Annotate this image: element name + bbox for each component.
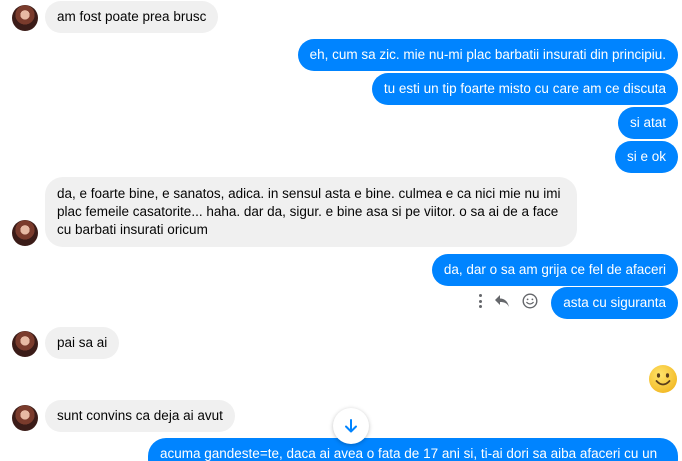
outgoing-message[interactable]: da, dar o sa am grija ce fel de afaceri	[431, 254, 678, 286]
contact-avatar[interactable]	[12, 331, 38, 357]
incoming-message[interactable]: da, e foarte bine, e sanatos, adica. in …	[45, 177, 577, 247]
contact-avatar[interactable]	[12, 5, 38, 31]
reply-icon[interactable]	[494, 294, 510, 308]
outgoing-message[interactable]: acuma gandeste=te, daca ai avea o fata d…	[148, 438, 678, 461]
arrow-down-icon	[345, 419, 357, 433]
message-actions	[478, 291, 538, 311]
outgoing-message[interactable]: tu esti un tip foarte misto cu care am c…	[371, 73, 678, 105]
incoming-message[interactable]: sunt convins ca deja ai avut	[45, 400, 235, 432]
more-vertical-icon[interactable]	[478, 294, 482, 308]
smiley-icon[interactable]	[522, 293, 538, 309]
emoji-smile-icon[interactable]	[648, 364, 678, 394]
incoming-message[interactable]: am fost poate prea brusc	[45, 1, 219, 33]
contact-avatar[interactable]	[12, 405, 38, 431]
outgoing-message[interactable]: si atat	[617, 107, 678, 139]
outgoing-message[interactable]: eh, cum sa zic. mie nu-mi plac barbatii …	[297, 39, 678, 71]
contact-avatar[interactable]	[12, 220, 38, 246]
outgoing-message[interactable]: asta cu siguranta	[551, 287, 678, 319]
scroll-to-bottom-button[interactable]	[333, 408, 369, 444]
incoming-message[interactable]: pai sa ai	[45, 327, 120, 359]
outgoing-message[interactable]: si e ok	[614, 141, 678, 173]
